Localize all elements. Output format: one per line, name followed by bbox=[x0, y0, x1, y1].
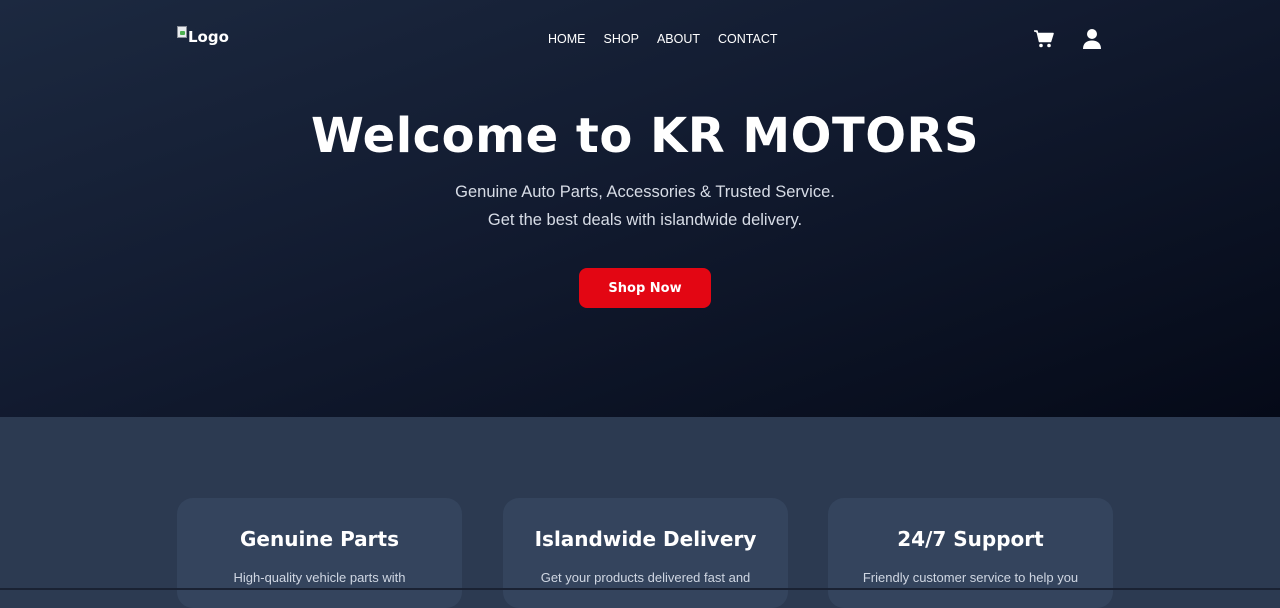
logo-alt-text: Logo bbox=[188, 28, 229, 46]
hero-section: Logo HOME SHOP ABOUT CONTACT Welcome to … bbox=[0, 0, 1280, 417]
feature-card: 24/7 Support Friendly customer service t… bbox=[828, 498, 1113, 608]
nav-about-link[interactable]: ABOUT bbox=[657, 32, 700, 46]
hero-subtitle-line2: Get the best deals with islandwide deliv… bbox=[487, 211, 803, 229]
feature-title: Islandwide Delivery bbox=[534, 527, 757, 551]
logo[interactable]: Logo bbox=[177, 26, 229, 48]
feature-card: Genuine Parts High-quality vehicle parts… bbox=[177, 498, 462, 608]
feature-text: Get your products delivered fast and bbox=[540, 570, 751, 585]
feature-title: 24/7 Support bbox=[897, 527, 1044, 551]
feature-text: High-quality vehicle parts with bbox=[233, 570, 406, 585]
feature-title: Genuine Parts bbox=[239, 527, 400, 551]
nav-home-link[interactable]: HOME bbox=[548, 32, 586, 46]
top-navbar: Logo HOME SHOP ABOUT CONTACT bbox=[177, 24, 1105, 54]
user-icon[interactable] bbox=[1079, 26, 1105, 52]
nav-icons bbox=[1031, 26, 1105, 52]
feature-text: Friendly customer service to help you bbox=[862, 570, 1079, 585]
main-menu: HOME SHOP ABOUT CONTACT bbox=[548, 32, 796, 46]
hero-subtitle-line1: Genuine Auto Parts, Accessories & Truste… bbox=[455, 183, 835, 201]
hero-title: Welcome to KR MOTORS bbox=[310, 108, 980, 164]
feature-card: Islandwide Delivery Get your products de… bbox=[503, 498, 788, 608]
features-section: Genuine Parts High-quality vehicle parts… bbox=[0, 417, 1280, 608]
shop-now-button[interactable]: Shop Now bbox=[579, 268, 711, 308]
nav-shop-link[interactable]: SHOP bbox=[604, 32, 639, 46]
nav-contact-link[interactable]: CONTACT bbox=[718, 32, 778, 46]
broken-image-icon bbox=[177, 26, 187, 38]
cart-icon[interactable] bbox=[1031, 26, 1057, 52]
